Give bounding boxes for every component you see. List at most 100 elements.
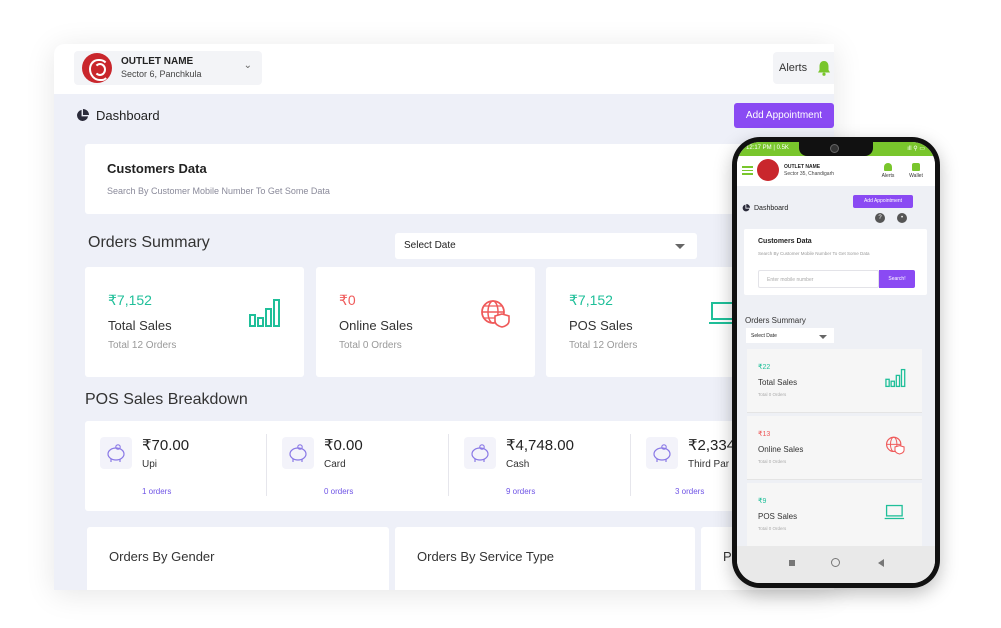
home-button[interactable] [831, 558, 840, 567]
online-sales-card: ₹13 Online Sales Total 0 Orders [747, 416, 922, 480]
phone-screen: 12:17 PM | 0.5K ıll ⚲ ▭ OUTLET NAME Sect… [737, 142, 935, 583]
back-button[interactable] [878, 559, 884, 567]
pos-amount: ₹4,748.00 [506, 437, 574, 454]
hamburger-menu-icon[interactable] [742, 166, 753, 175]
chevron-down-icon: ⌄ [243, 60, 252, 71]
top-bar: OUTLET NAME Sector 6, Panchkula ⌄ Alerts [54, 44, 834, 94]
pos-label: Upi [142, 459, 158, 470]
status-icons: ıll ⚲ ▭ [907, 146, 925, 152]
pos-label: Third Par [688, 459, 730, 470]
pos-breakdown-card: ₹70.00 Upi 1 orders ₹0.00 Card 0 orders … [85, 421, 805, 511]
piggy-bank-icon [100, 437, 132, 469]
wallet-icon [912, 163, 920, 171]
orders-by-gender-card: Orders By Gender [87, 527, 389, 590]
mobile-number-input[interactable]: Enter mobile number [758, 270, 879, 288]
brand-logo [757, 159, 779, 181]
total-sales-card: ₹7,152 Total Sales Total 12 Orders [85, 267, 304, 377]
page-title: Dashboard [742, 204, 788, 212]
add-appointment-button[interactable]: Add Appointment [734, 103, 834, 128]
summary-orders: Total 0 Orders [758, 526, 787, 531]
card-title: Orders By Service Type [417, 549, 555, 564]
settings-icon[interactable]: • [897, 213, 907, 223]
globe-shield-icon [886, 436, 905, 455]
summary-label: Total Sales [108, 318, 172, 333]
pos-orders-link[interactable]: 1 orders [142, 487, 171, 496]
summary-label: Online Sales [758, 445, 804, 454]
outlet-name: OUTLET NAME [121, 56, 194, 67]
dashboard-label: Dashboard [96, 108, 160, 123]
pos-amount: ₹2,334 [688, 437, 736, 454]
alerts-label: Alerts [881, 173, 895, 179]
search-button[interactable]: Search! [879, 270, 915, 288]
select-date-label: Select Date [404, 240, 456, 251]
piggy-bank-icon [646, 437, 678, 469]
wallet-label: Wallet [909, 173, 923, 179]
pie-chart-icon [742, 204, 750, 212]
pos-amount: ₹0.00 [324, 437, 363, 454]
summary-amount: ₹13 [758, 431, 771, 438]
summary-orders: Total 0 Orders [758, 392, 787, 397]
brand-logo [82, 53, 112, 83]
pos-breakdown-title: POS Sales Breakdown [85, 391, 248, 408]
bell-icon [884, 163, 892, 171]
alerts-label: Alerts [779, 62, 808, 74]
summary-orders: Total 12 Orders [569, 340, 638, 351]
bar-chart-icon [249, 299, 280, 327]
pos-orders-link[interactable]: 3 orders [675, 487, 704, 496]
phone-header: OUTLET NAME Sector 35, Chandigarh Alerts… [737, 156, 935, 186]
mobile-placeholder: Enter mobile number [767, 277, 814, 283]
select-date-dropdown[interactable]: Select Date [395, 233, 697, 259]
select-date-label: Select Date [751, 333, 777, 339]
pos-orders-link[interactable]: 9 orders [506, 487, 535, 496]
dashboard-label: Dashboard [754, 204, 789, 212]
bar-chart-icon [885, 368, 906, 388]
pie-chart-icon [77, 109, 89, 121]
pos-orders-link[interactable]: 0 orders [324, 487, 353, 496]
summary-label: Total Sales [758, 378, 798, 387]
piggy-bank-icon [464, 437, 496, 469]
customers-subtitle: Search By Customer Mobile Number To Get … [107, 186, 330, 196]
customers-subtitle: Search By Customer Mobile Number To Get … [758, 251, 870, 256]
summary-label: Online Sales [339, 318, 413, 333]
summary-label: POS Sales [758, 512, 798, 521]
select-date-dropdown[interactable]: Select Date [746, 328, 834, 343]
pos-item-upi: ₹70.00 Upi 1 orders [85, 421, 267, 511]
wallet-button[interactable]: Wallet [907, 163, 925, 179]
outlet-selector[interactable]: OUTLET NAME Sector 6, Panchkula ⌄ [74, 51, 262, 85]
outlet-location: Sector 6, Panchkula [121, 69, 202, 79]
summary-amount: ₹9 [758, 498, 767, 505]
recent-apps-button[interactable] [789, 560, 795, 566]
page-title: Dashboard [76, 108, 160, 123]
summary-amount: ₹7,152 [569, 292, 613, 308]
customers-title: Customers Data [107, 161, 207, 176]
status-time: 12:17 PM | 0.5K [746, 145, 789, 151]
total-sales-card: ₹22 Total Sales Total 0 Orders [747, 349, 922, 413]
phone-body: Add Appointment Dashboard ? • Customers … [737, 186, 935, 547]
pos-sales-card: ₹9 POS Sales Total 0 Orders [747, 483, 922, 547]
alerts-button[interactable]: Alerts [879, 163, 897, 179]
camera-icon [830, 144, 839, 153]
phone-mockup: 12:17 PM | 0.5K ıll ⚲ ▭ OUTLET NAME Sect… [732, 137, 940, 588]
online-sales-card: ₹0 Online Sales Total 0 Orders [316, 267, 535, 377]
summary-orders: Total 12 Orders [108, 340, 177, 351]
customers-title: Customers Data [758, 238, 812, 245]
help-icon[interactable]: ? [875, 213, 885, 223]
add-appointment-button[interactable]: Add Appointment [853, 195, 913, 208]
card-title: Orders By Gender [109, 549, 215, 564]
laptop-icon [884, 504, 905, 520]
globe-shield-icon [481, 300, 510, 328]
customers-data-card: Customers Data Search By Customer Mobile… [85, 144, 785, 214]
summary-orders: Total 0 Orders [339, 340, 402, 351]
caret-down-icon [819, 335, 827, 339]
desktop-dashboard: OUTLET NAME Sector 6, Panchkula ⌄ Alerts… [54, 44, 834, 590]
summary-orders: Total 0 Orders [758, 459, 787, 464]
alerts-button[interactable]: Alerts [773, 52, 834, 84]
caret-down-icon [675, 244, 685, 249]
summary-label: POS Sales [569, 318, 633, 333]
pos-label: Card [324, 459, 346, 470]
outlet-location: Sector 35, Chandigarh [784, 171, 835, 177]
piggy-bank-icon [282, 437, 314, 469]
pos-label: Cash [506, 459, 530, 470]
summary-amount: ₹0 [339, 292, 356, 308]
pos-amount: ₹70.00 [142, 437, 190, 454]
